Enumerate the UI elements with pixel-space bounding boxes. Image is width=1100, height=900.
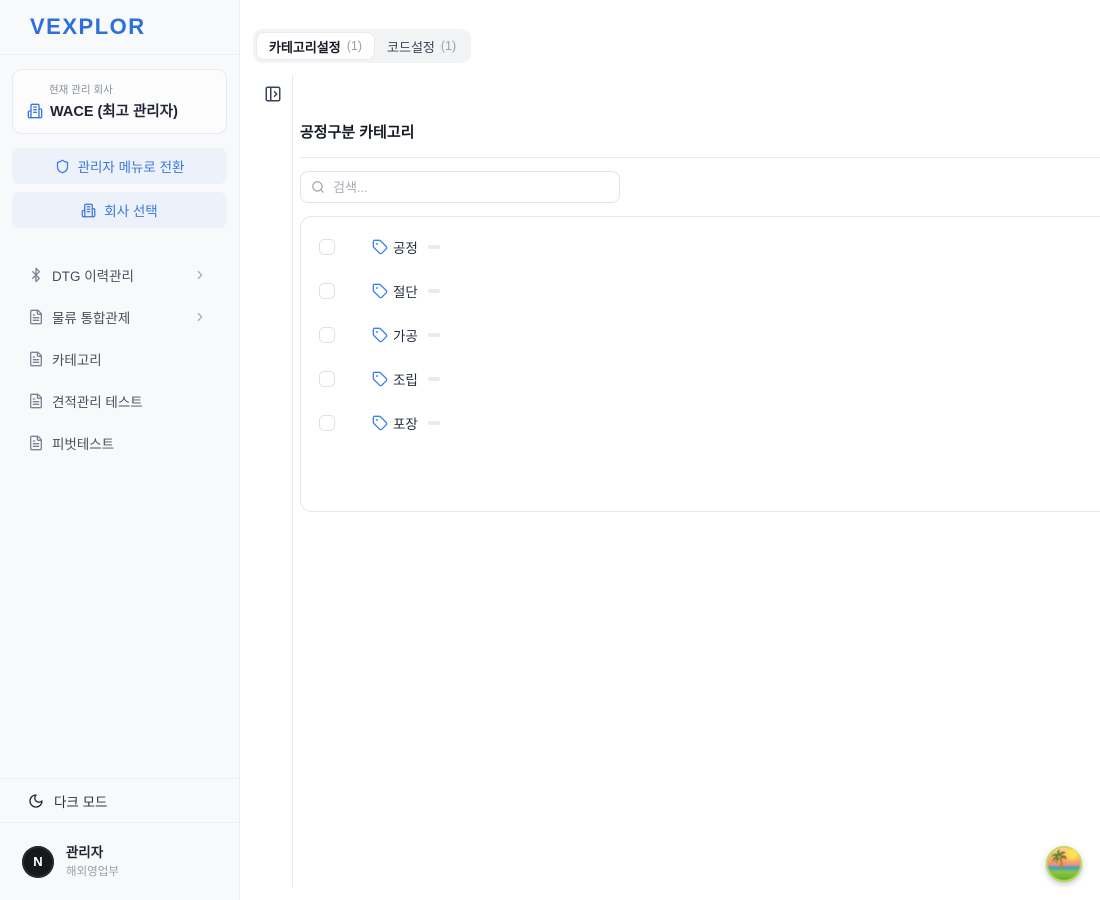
select-company-button[interactable]: 회사 선택 <box>12 192 227 228</box>
user-name: 관리자 <box>66 844 119 862</box>
category-label: 절단 <box>393 281 418 301</box>
row-dash <box>428 289 440 293</box>
category-list-card: 공정 절단 가공 <box>300 216 1100 512</box>
select-company-label: 회사 선택 <box>104 200 157 220</box>
document-icon <box>28 351 44 367</box>
row-dash <box>428 245 440 249</box>
logo-area: VEXPLOR <box>0 0 239 55</box>
sidebar-item-pivot-test[interactable]: 피벗테스트 <box>0 422 239 464</box>
category-label: 포장 <box>393 413 418 433</box>
tag-icon <box>372 327 388 343</box>
horizontal-divider <box>300 157 1100 158</box>
switch-admin-menu-button[interactable]: 관리자 메뉴로 전환 <box>12 148 227 184</box>
sidebar-item-label: 카테고리 <box>52 349 223 369</box>
category-checkbox[interactable] <box>319 371 335 387</box>
document-icon <box>28 435 44 451</box>
tag-icon <box>372 283 388 299</box>
row-dash <box>428 377 440 381</box>
bluetooth-icon <box>28 267 44 283</box>
island-widget-button[interactable]: 🌴 <box>1046 846 1082 882</box>
user-profile[interactable]: N 관리자 해외영업부 <box>0 822 239 900</box>
tag-icon <box>372 415 388 431</box>
sidebar-item-label: 물류 통합관제 <box>52 307 193 327</box>
category-checkbox[interactable] <box>319 283 335 299</box>
category-checkbox[interactable] <box>319 239 335 255</box>
document-icon <box>28 393 44 409</box>
current-company-card: 현재 관리 회사 WACE (최고 관리자) <box>12 69 227 134</box>
sidebar-item-estimate-test[interactable]: 견적관리 테스트 <box>0 380 239 422</box>
category-row: 조립 <box>301 357 1100 401</box>
settings-tabs: 카테고리설정 (1) 코드설정 (1) <box>253 29 471 63</box>
panel-collapse-icon[interactable] <box>264 85 282 103</box>
sidebar-item-dtg-history[interactable]: DTG 이력관리 <box>0 254 239 296</box>
tab-code-settings[interactable]: 코드설정 (1) <box>375 32 468 60</box>
tab-label: 코드설정 <box>387 37 435 56</box>
tab-count: (1) <box>347 39 362 53</box>
category-row: 공정 <box>301 225 1100 269</box>
moon-icon <box>28 793 44 809</box>
user-department: 해외영업부 <box>66 863 119 879</box>
palm-tree-icon: 🌴 <box>1049 852 1069 868</box>
building-icon <box>81 203 96 218</box>
building-icon <box>27 103 43 119</box>
sidebar-nav: DTG 이력관리 물류 통합관제 카테고리 견적관리 테스트 <box>0 254 239 464</box>
page-title: 공정구분 카테고리 <box>300 121 415 142</box>
category-label: 조립 <box>393 369 418 389</box>
sidebar-item-label: 피벗테스트 <box>52 433 223 453</box>
row-dash <box>428 421 440 425</box>
category-row: 절단 <box>301 269 1100 313</box>
sidebar-item-logistics-control[interactable]: 물류 통합관제 <box>0 296 239 338</box>
tab-count: (1) <box>441 39 456 53</box>
sun-icon <box>1068 850 1077 859</box>
category-label: 가공 <box>393 325 418 345</box>
main-area: 카테고리설정 (1) 코드설정 (1) 공정구분 카테고리 공정 <box>240 0 1100 900</box>
dark-mode-toggle[interactable]: 다크 모드 <box>0 778 239 822</box>
document-icon <box>28 309 44 325</box>
category-item[interactable]: 공정 <box>372 237 418 257</box>
category-row: 포장 <box>301 401 1100 445</box>
vexplor-logo: VEXPLOR <box>30 14 146 40</box>
search-input[interactable] <box>333 180 609 195</box>
row-dash <box>428 333 440 337</box>
sidebar-item-label: DTG 이력관리 <box>52 265 193 285</box>
tab-category-settings[interactable]: 카테고리설정 (1) <box>256 32 375 60</box>
category-item[interactable]: 조립 <box>372 369 418 389</box>
dark-mode-label: 다크 모드 <box>54 791 107 811</box>
shield-icon <box>55 159 70 174</box>
avatar: N <box>22 846 54 878</box>
sidebar: VEXPLOR 현재 관리 회사 WACE (최고 관리자) 관리자 메뉴로 전… <box>0 0 240 900</box>
sidebar-item-category[interactable]: 카테고리 <box>0 338 239 380</box>
chevron-right-icon <box>193 310 207 324</box>
tab-label: 카테고리설정 <box>269 37 341 56</box>
sidebar-item-label: 견적관리 테스트 <box>52 391 223 411</box>
company-name: WACE (최고 관리자) <box>50 100 178 121</box>
category-item[interactable]: 가공 <box>372 325 418 345</box>
category-item[interactable]: 절단 <box>372 281 418 301</box>
chevron-right-icon <box>193 268 207 282</box>
tag-icon <box>372 239 388 255</box>
category-item[interactable]: 포장 <box>372 413 418 433</box>
switch-admin-menu-label: 관리자 메뉴로 전환 <box>78 156 185 176</box>
search-box <box>300 171 620 203</box>
search-icon <box>311 180 325 194</box>
category-checkbox[interactable] <box>319 415 335 431</box>
tag-icon <box>372 371 388 387</box>
category-row: 가공 <box>301 313 1100 357</box>
vertical-divider <box>292 75 293 887</box>
category-checkbox[interactable] <box>319 327 335 343</box>
company-card-label: 현재 관리 회사 <box>49 82 212 97</box>
category-label: 공정 <box>393 237 418 257</box>
